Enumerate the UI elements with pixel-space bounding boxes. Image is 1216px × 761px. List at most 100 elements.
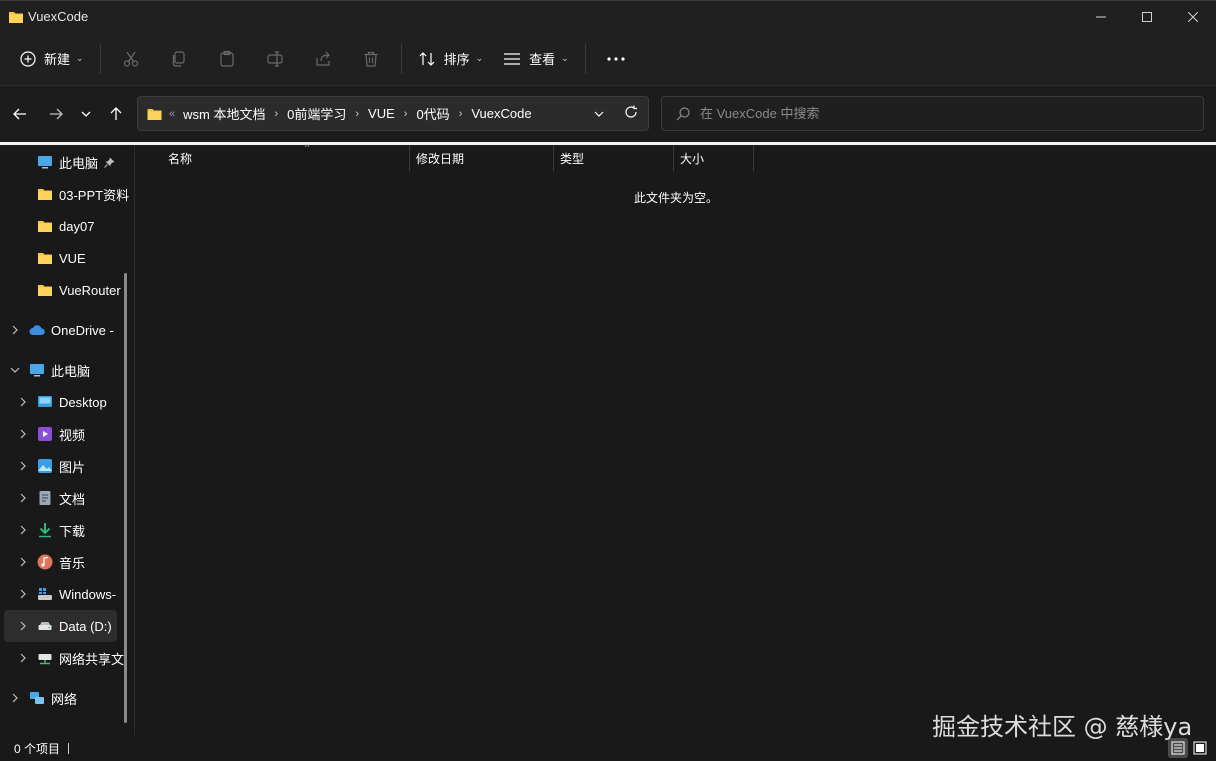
chevron-down-icon[interactable] [9,364,21,376]
more-button[interactable] [592,41,640,77]
back-button[interactable] [4,98,36,130]
chevron-right-icon[interactable] [17,652,29,664]
chevron-right-icon[interactable] [17,588,29,600]
windows-drive-icon [38,588,52,600]
quick-access-item[interactable]: 03-PPT资料 [0,178,130,210]
paste-icon [219,50,234,67]
sidebar-item-label: OneDrive - [51,322,114,338]
chevron-right-icon[interactable] [17,460,29,472]
breadcrumb-separator-icon[interactable]: › [274,108,278,120]
view-list-icon [504,52,521,65]
sidebar-item-downloads[interactable]: 下载 [0,514,130,546]
maximize-icon [1142,12,1152,22]
empty-folder-message: 此文件夹为空。 [633,191,718,205]
sidebar-item-music[interactable]: 音乐 [0,546,130,578]
breadcrumb-item[interactable]: VUE [368,106,395,121]
sidebar-item-data-drive[interactable]: Data (D:) [4,610,117,642]
column-divider[interactable] [753,145,754,171]
breadcrumb: wsm 本地文档 › 0前端学习 › VUE › 0代码 › VuexCode [183,104,531,123]
breadcrumb-item-current[interactable]: VuexCode [471,106,531,121]
sidebar-item-label: Desktop [59,394,107,410]
network-icon [30,692,44,704]
arrow-up-icon [110,107,122,120]
video-icon [38,427,52,441]
view-button[interactable]: 查看 ⌄ [493,41,579,77]
maximize-button[interactable] [1124,1,1170,33]
chevron-right-icon[interactable] [17,492,29,504]
sidebar-item-windows-drive[interactable]: Windows- [0,578,130,610]
file-list: 名称 ^ 修改日期 类型 大小 此文件夹为空。 [136,142,1216,735]
chevron-right-icon[interactable] [17,396,29,408]
breadcrumb-separator-icon[interactable]: › [355,108,359,120]
sidebar-item-pictures[interactable]: 图片 [0,450,130,482]
paste-button[interactable] [203,41,251,77]
sidebar-item-documents[interactable]: 文档 [0,482,130,514]
breadcrumb-item[interactable]: 0前端学习 [287,104,346,123]
quick-access-item[interactable]: day07 [0,210,130,242]
quick-access-item[interactable]: VueRouter [0,274,130,306]
cut-button[interactable] [107,41,155,77]
sidebar-item-onedrive[interactable]: OneDrive - [0,314,130,346]
share-icon [315,51,330,66]
search-input[interactable] [700,106,1180,121]
delete-button[interactable] [347,41,395,77]
desktop-icon [38,396,52,407]
cut-icon [123,51,138,67]
sidebar-item-videos[interactable]: 视频 [0,418,130,450]
sidebar-item-network[interactable]: 网络 [0,682,130,714]
minimize-button[interactable] [1078,1,1124,33]
address-bar[interactable]: « wsm 本地文档 › 0前端学习 › VUE › 0代码 › VuexCod… [137,96,649,131]
chevron-right-icon[interactable] [17,620,29,632]
quick-access-label: VueRouter [59,282,121,298]
address-dropdown-button[interactable] [594,106,604,120]
quick-access-item[interactable]: 此电脑 [0,146,130,178]
column-header-date-modified[interactable]: 修改日期 [408,145,553,171]
column-header-label: 大小 [680,151,705,166]
sidebar-item-desktop[interactable]: Desktop [0,386,130,418]
search-box[interactable] [661,96,1204,131]
breadcrumb-item[interactable]: 0代码 [416,104,449,123]
sort-ascending-icon: ^ [305,142,310,152]
breadcrumb-separator-icon[interactable]: › [459,108,463,120]
folder-icon [38,189,52,200]
breadcrumb-separator-icon[interactable]: › [404,108,408,120]
breadcrumb-overflow[interactable]: « [169,108,175,120]
computer-icon [38,156,52,169]
preview-view-button[interactable] [1190,738,1210,758]
up-button[interactable] [100,98,132,130]
pane-divider[interactable] [134,145,135,735]
column-header-name[interactable]: 名称 ^ [160,142,410,171]
watermark: 掘金技术社区 @ 慈様ya [932,713,1193,741]
toolbar-divider [99,43,101,74]
rename-button[interactable] [251,41,299,77]
share-button[interactable] [299,41,347,77]
copy-button[interactable] [155,41,203,77]
sidebar-item-label: 下载 [59,523,86,539]
column-header-label: 类型 [560,151,585,166]
breadcrumb-item[interactable]: wsm 本地文档 [183,104,265,123]
quick-access-item[interactable]: VUE [0,242,130,274]
refresh-button[interactable] [624,105,638,122]
recent-locations-button[interactable] [70,98,102,130]
sidebar-scrollbar[interactable] [124,273,127,723]
download-icon [39,523,51,538]
close-button[interactable] [1170,1,1216,33]
chevron-right-icon[interactable] [17,556,29,568]
chevron-right-icon[interactable] [9,692,21,704]
forward-button[interactable] [40,98,72,130]
sidebar-item-network-share[interactable]: 网络共享文 [0,642,130,674]
pin-icon[interactable] [104,157,115,168]
column-header-type[interactable]: 类型 [552,145,673,171]
sidebar-item-this-pc[interactable]: 此电脑 [0,354,130,386]
chevron-right-icon[interactable] [17,428,29,440]
sidebar-item-label: 文档 [59,491,86,507]
column-header-size[interactable]: 大小 [672,145,753,171]
sort-button[interactable]: 排序 ⌄ [408,41,494,77]
chevron-right-icon[interactable] [17,524,29,536]
chevron-right-icon[interactable] [9,324,21,336]
search-icon [676,106,690,120]
new-button[interactable]: 新建 ⌄ [10,41,94,77]
sidebar-item-label: 图片 [59,459,86,475]
close-icon [1188,12,1198,22]
more-icon [607,56,625,61]
